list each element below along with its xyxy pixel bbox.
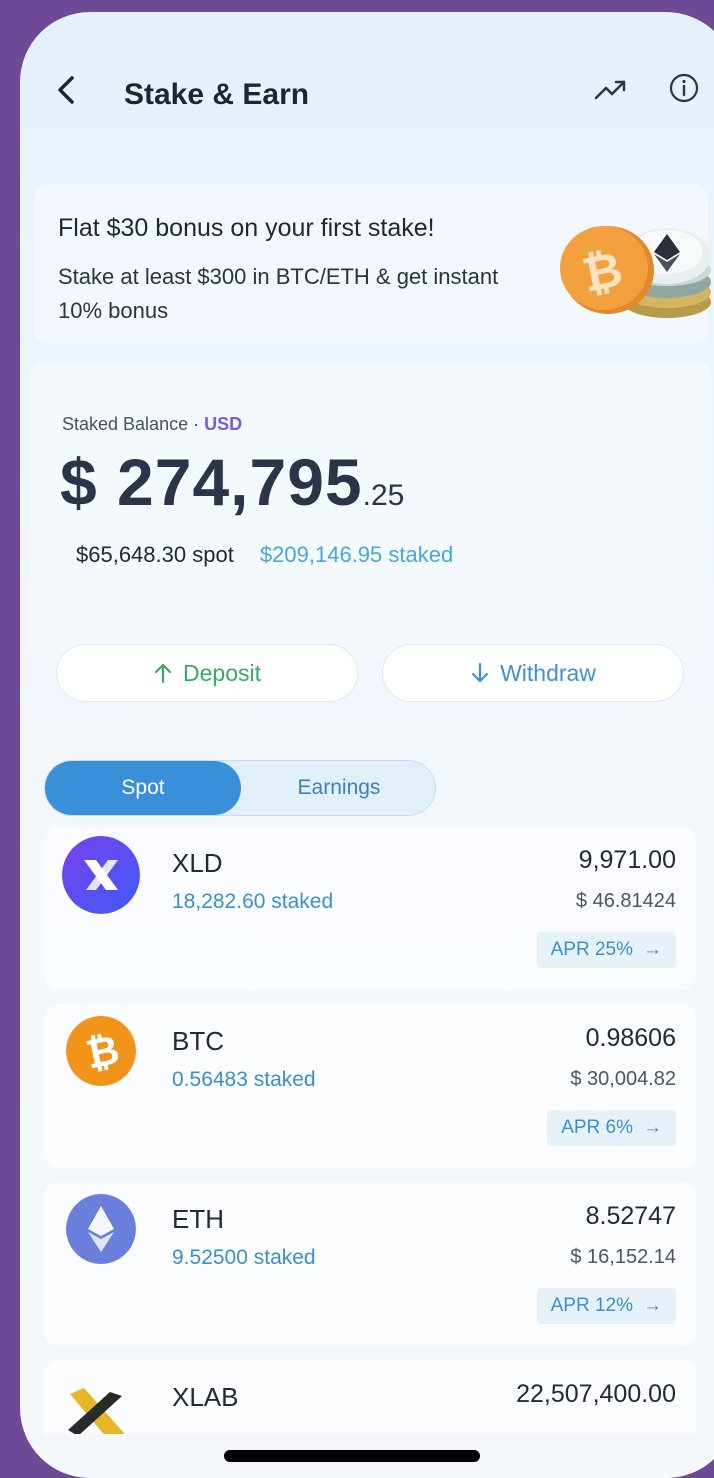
withdraw-button[interactable]: Withdraw	[382, 644, 684, 702]
apr-label: APR 12%	[550, 1295, 633, 1316]
balance-label-text: Staked Balance ·	[62, 414, 200, 434]
trending-up-icon[interactable]	[592, 74, 630, 104]
deposit-label: Deposit	[183, 659, 261, 686]
asset-value: $ 16,152.14	[570, 1246, 676, 1268]
coins-illustration: ₿	[560, 226, 711, 318]
asset-name: BTC	[172, 1026, 224, 1056]
asset-staked: 18,282.60 staked	[172, 890, 334, 913]
apr-label: APR 25%	[550, 939, 633, 960]
asset-name: XLD	[172, 848, 223, 878]
asset-name: ETH	[172, 1204, 224, 1234]
asset-value: $ 46.81424	[575, 890, 676, 912]
apr-badge[interactable]: APR 25% →	[536, 932, 676, 968]
bitcoin-icon: ₿	[66, 1016, 136, 1086]
balance-label: Staked Balance · USD	[62, 414, 242, 435]
arrow-right-icon: →	[643, 939, 662, 960]
arrow-right-icon: →	[643, 1117, 662, 1138]
app-screen: Stake & Earn Flat $30 bonus on your firs…	[20, 12, 714, 1478]
arrow-down-icon	[471, 662, 489, 683]
view-toggle: Spot Earnings	[44, 760, 436, 816]
chevron-left-icon[interactable]	[52, 72, 82, 108]
balance-breakdown: $65,648.30 spot $209,146.95 staked	[76, 542, 453, 568]
balance-amount-cents: .25	[362, 479, 405, 512]
spot-balance: $65,648.30 spot	[76, 542, 234, 567]
asset-row-btc[interactable]: ₿ BTC 0.56483 staked 0.98606 $ 30,004.82…	[44, 1004, 696, 1168]
asset-quantity: 8.52747	[585, 1202, 676, 1230]
asset-quantity: 9,971.00	[578, 846, 676, 874]
promo-title: Flat $30 bonus on your first stake!	[58, 214, 435, 242]
apr-badge[interactable]: APR 12% →	[536, 1288, 676, 1324]
apr-label: APR 6%	[561, 1117, 633, 1138]
home-indicator[interactable]	[224, 1450, 480, 1462]
asset-quantity: 0.98606	[585, 1024, 676, 1052]
asset-staked: 9.52500 staked	[172, 1246, 316, 1269]
tab-earnings[interactable]: Earnings	[241, 761, 437, 815]
balance-amount-main: $ 274,795	[60, 445, 363, 519]
currency-selector[interactable]: USD	[204, 414, 242, 434]
apr-badge[interactable]: APR 6% →	[547, 1110, 676, 1146]
tab-spot[interactable]: Spot	[45, 761, 241, 815]
promo-banner[interactable]: Flat $30 bonus on your first stake! Stak…	[34, 184, 711, 344]
promo-text: Stake at least $300 in BTC/ETH & get ins…	[58, 264, 499, 323]
balance-amount: $ 274,795.25	[60, 444, 404, 520]
page-title: Stake & Earn	[124, 78, 310, 111]
info-icon[interactable]	[668, 72, 700, 104]
asset-row-eth[interactable]: ETH 9.52500 staked 8.52747 $ 16,152.14 A…	[44, 1182, 696, 1346]
withdraw-label: Withdraw	[500, 659, 596, 686]
top-bar: Stake & Earn	[20, 12, 714, 162]
asset-staked: 0.56483 staked	[172, 1068, 316, 1091]
balance-card: Staked Balance · USD $ 274,795.25 $65,64…	[30, 362, 712, 662]
xld-logo-icon	[62, 836, 140, 914]
asset-row-xld[interactable]: XLD 18,282.60 staked 9,971.00 $ 46.81424…	[44, 826, 696, 990]
arrow-up-icon	[154, 663, 172, 684]
ethereum-icon	[66, 1194, 136, 1264]
asset-quantity: 22,507,400.00	[516, 1380, 676, 1408]
deposit-button[interactable]: Deposit	[56, 644, 358, 702]
asset-value: $ 30,004.82	[570, 1068, 676, 1090]
asset-name: XLAB	[172, 1382, 239, 1412]
staked-balance: $209,146.95 staked	[259, 542, 454, 567]
arrow-right-icon: →	[643, 1295, 662, 1316]
